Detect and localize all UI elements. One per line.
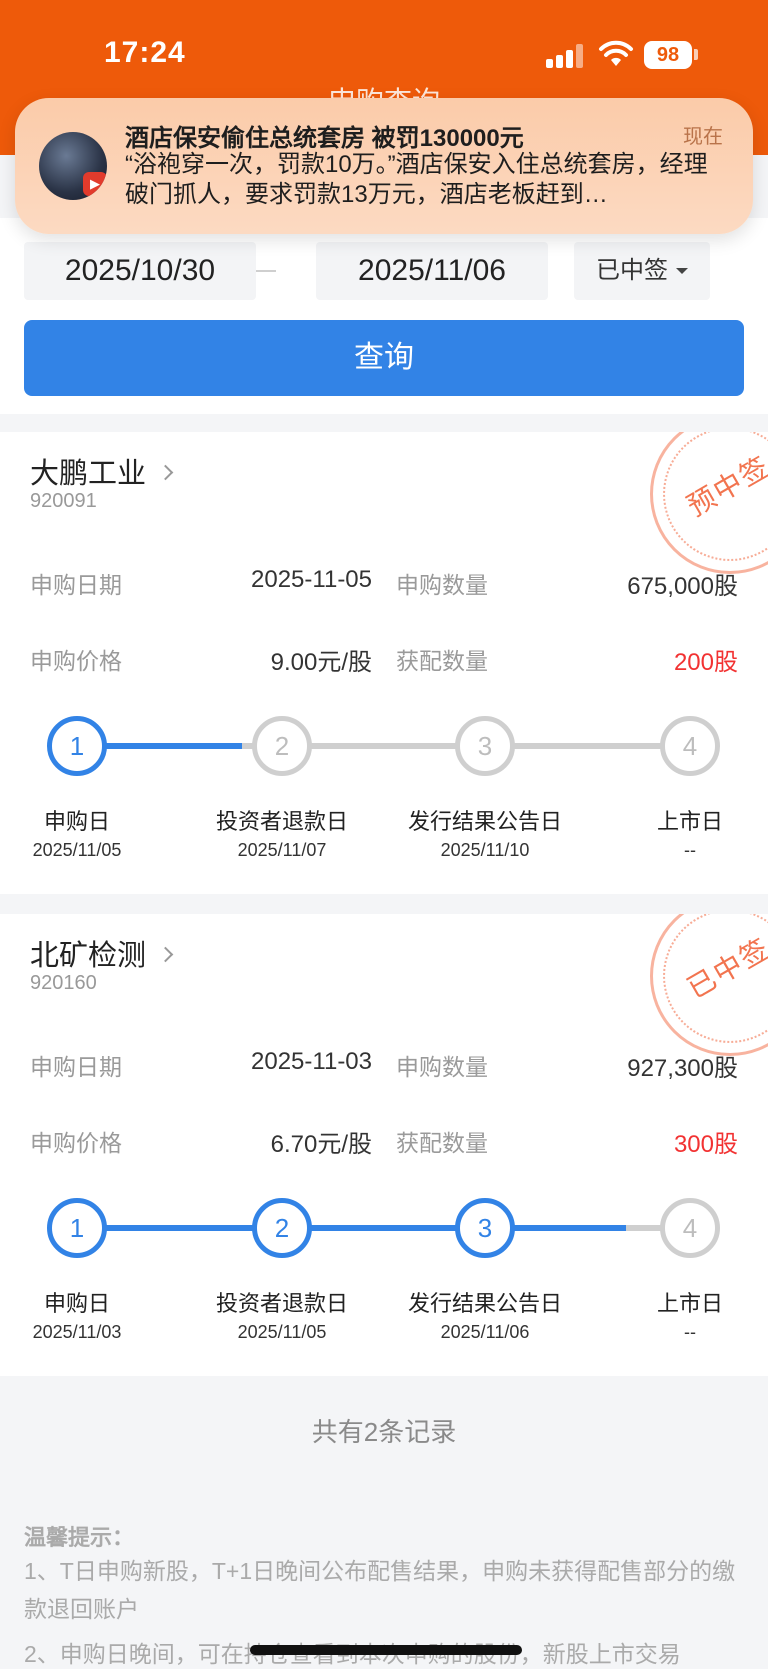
subscribe-date-label: 申购日期 — [30, 1054, 122, 1080]
chevron-right-icon — [157, 946, 174, 963]
home-indicator — [250, 1645, 522, 1655]
progress-steps: 1 2 3 4 申购日 投资者退款日 发行结果公告日 上市日 2025/11/0… — [0, 1198, 768, 1358]
notification-avatar: ▶ — [39, 132, 107, 200]
step-date: 2025/11/07 — [237, 840, 327, 860]
allotted-qty-label: 获配数量 — [396, 648, 488, 674]
step-circle: 2 — [252, 716, 312, 776]
step-label: 投资者退款日 — [215, 809, 348, 834]
status-time: 17:24 — [104, 36, 186, 69]
subscribe-price-value: 9.00元/股 — [270, 649, 372, 676]
caret-down-icon — [676, 268, 688, 274]
step-circle: 1 — [47, 716, 107, 776]
status-stamp: 预中签 — [650, 432, 768, 574]
step-label: 申购日 — [43, 809, 110, 834]
stock-code: 920091 — [30, 490, 97, 512]
stock-name-link[interactable]: 北矿检测 — [30, 932, 174, 974]
notification-banner[interactable]: ▶ 酒店保安偷住总统套房 被罚130000元 现在 “浴袍穿一次，罚款10万。”… — [15, 98, 753, 234]
status-select[interactable]: 已中签 — [574, 242, 710, 300]
notification-body: “浴袍穿一次，罚款10万。”酒店保安入住总统套房，经理破门抓人，要求罚款13万元… — [125, 151, 708, 208]
status-select-value: 已中签 — [596, 257, 668, 284]
step-circle: 2 — [252, 1198, 312, 1258]
start-date-picker[interactable]: 2025/10/30 — [24, 242, 256, 300]
step-date: -- — [684, 1322, 696, 1342]
stock-code: 920160 — [30, 972, 97, 994]
date-separator — [256, 270, 276, 272]
step-connector — [76, 1225, 626, 1231]
step-label: 投资者退款日 — [215, 1291, 348, 1316]
allotted-qty-value: 200股 — [673, 649, 738, 676]
allotted-qty-value: 300股 — [673, 1131, 738, 1158]
progress-steps: 1 2 3 4 申购日 投资者退款日 发行结果公告日 上市日 2025/11/0… — [0, 716, 768, 876]
tips-title: 温馨提示： — [24, 1525, 135, 1550]
subscribe-date-value: 2025-11-05 — [251, 566, 372, 593]
allotted-qty-label: 获配数量 — [396, 1130, 488, 1156]
step-date: 2025/11/06 — [440, 1322, 530, 1342]
step-date: 2025/11/05 — [32, 840, 122, 860]
step-date: -- — [684, 840, 696, 860]
filter-bar: 2025/10/30 2025/11/06 已中签 查询 — [0, 218, 768, 414]
step-label: 发行结果公告日 — [407, 1291, 562, 1316]
step-circle: 3 — [455, 1198, 515, 1258]
step-circle: 4 — [660, 716, 720, 776]
tip-item: 1、T日申购新股，T+1日晚间公布配售结果，申购未获得配售部分的缴款退回账户 — [24, 1558, 736, 1622]
subscribe-qty-value: 927,300股 — [627, 1055, 738, 1082]
query-button[interactable]: 查询 — [24, 320, 744, 396]
end-date-picker[interactable]: 2025/11/06 — [316, 242, 548, 300]
wifi-icon — [599, 40, 633, 66]
stock-name: 大鹏工业 — [30, 458, 147, 490]
video-app-icon: ▶ — [83, 172, 107, 196]
record-count: 共有2条记录 — [311, 1417, 457, 1447]
step-circle: 4 — [660, 1198, 720, 1258]
subscribe-date-value: 2025-11-03 — [251, 1048, 372, 1075]
notification-title: 酒店保安偷住总统套房 被罚130000元 — [125, 125, 524, 152]
step-label: 上市日 — [656, 809, 723, 834]
battery-icon: 98 — [644, 41, 692, 69]
subscribe-price-label: 申购价格 — [30, 648, 122, 674]
notification-time: 现在 — [683, 126, 723, 148]
battery-tip — [694, 49, 698, 60]
step-circle: 3 — [455, 716, 515, 776]
ipo-record-card: 北矿检测 920160 已中签 申购日期 2025-11-03 申购数量 927… — [0, 914, 768, 1376]
step-label: 发行结果公告日 — [407, 809, 562, 834]
step-date: 2025/11/03 — [32, 1322, 122, 1342]
subscribe-qty-label: 申购数量 — [396, 572, 488, 598]
chevron-right-icon — [157, 464, 174, 481]
step-label: 上市日 — [656, 1291, 723, 1316]
subscribe-qty-value: 675,000股 — [627, 573, 738, 600]
subscribe-date-label: 申购日期 — [30, 572, 122, 598]
step-label: 申购日 — [43, 1291, 110, 1316]
step-date: 2025/11/05 — [237, 1322, 327, 1342]
stock-name: 北矿检测 — [30, 940, 147, 972]
status-stamp: 已中签 — [650, 914, 768, 1056]
stock-name-link[interactable]: 大鹏工业 — [30, 450, 174, 492]
step-date: 2025/11/10 — [440, 840, 530, 860]
step-circle: 1 — [47, 1198, 107, 1258]
subscribe-qty-label: 申购数量 — [396, 1054, 488, 1080]
subscribe-price-value: 6.70元/股 — [270, 1131, 372, 1158]
signal-icon — [546, 44, 586, 68]
ipo-record-card: 大鹏工业 920091 预中签 申购日期 2025-11-05 申购数量 675… — [0, 432, 768, 894]
subscribe-price-label: 申购价格 — [30, 1130, 122, 1156]
